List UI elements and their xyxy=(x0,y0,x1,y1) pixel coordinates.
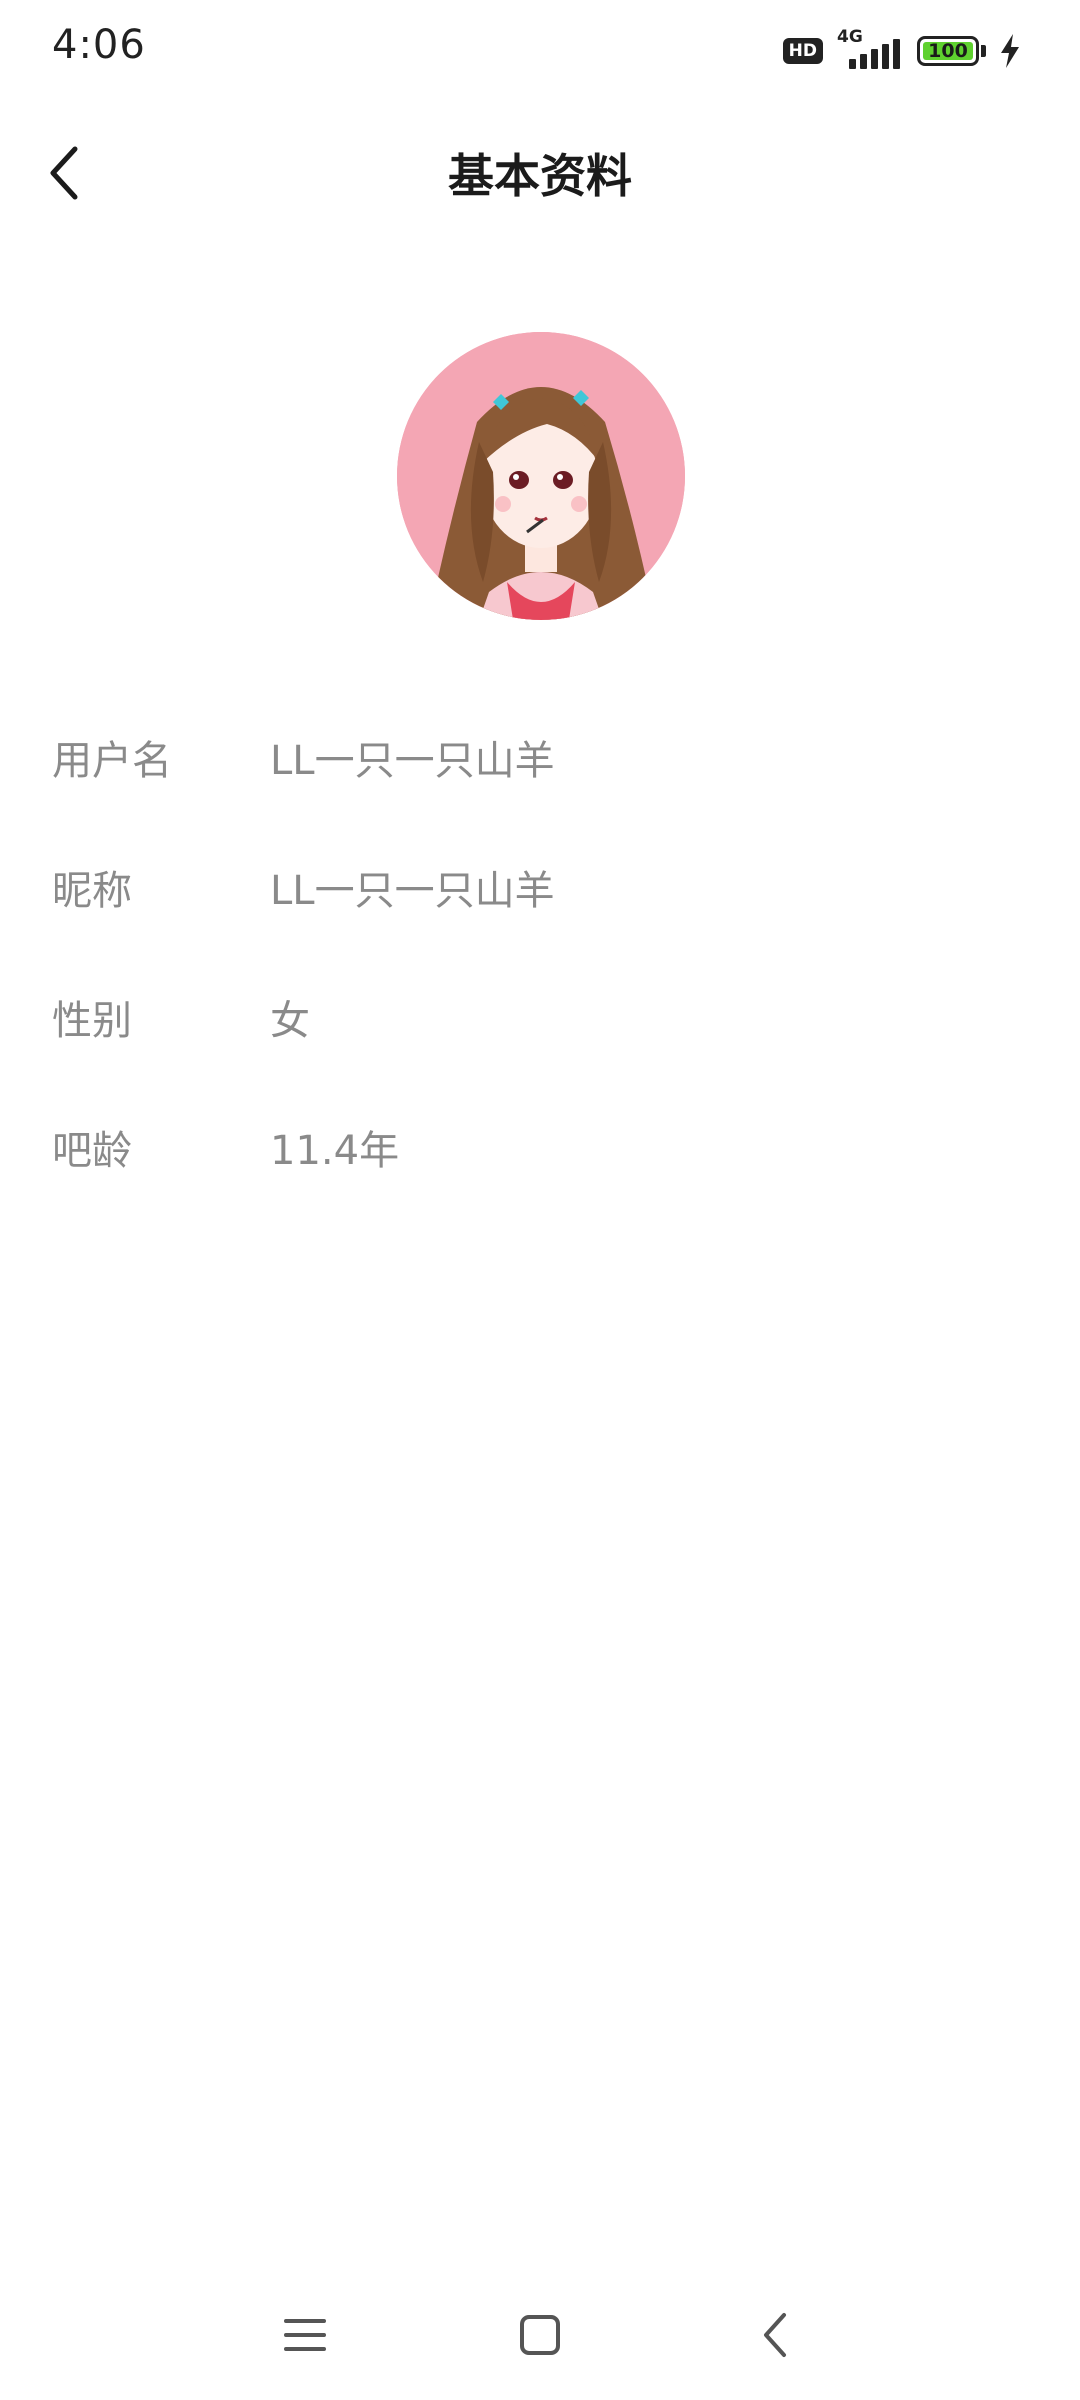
gender-value: 女 xyxy=(270,998,310,1044)
status-time: 4:06 xyxy=(52,22,146,68)
profile-row-account-age: 吧龄 11.4年 xyxy=(0,1080,1080,1210)
avatar[interactable] xyxy=(397,332,685,620)
account-age-label: 吧龄 xyxy=(52,1128,132,1174)
profile-row-gender: 性别 女 xyxy=(0,950,1080,1080)
home-button[interactable] xyxy=(505,2300,575,2370)
battery-icon: 100 xyxy=(917,36,979,66)
nickname-label: 昵称 xyxy=(52,868,132,914)
battery-level: 100 xyxy=(928,40,968,62)
menu-icon xyxy=(284,2319,326,2351)
back-triangle-icon xyxy=(764,2313,786,2357)
header: 基本资料 xyxy=(0,120,1080,230)
page-title: 基本资料 xyxy=(448,149,632,203)
username-value: LL一只一只山羊 xyxy=(270,738,555,784)
gender-label: 性别 xyxy=(52,998,132,1044)
cartoon-girl-avatar xyxy=(397,332,685,620)
profile-row-username: 用户名 LL一只一只山羊 xyxy=(0,690,1080,820)
nickname-value: LL一只一只山羊 xyxy=(270,868,555,914)
status-bar: 4:06 HD 4G 100 xyxy=(0,0,1080,100)
home-square-icon xyxy=(520,2315,560,2355)
username-label: 用户名 xyxy=(52,738,172,784)
account-age-value: 11.4年 xyxy=(270,1128,400,1174)
status-icons: HD 4G 100 xyxy=(782,27,1022,72)
profile-info-list: 用户名 LL一只一只山羊 昵称 LL一只一只山羊 性别 女 吧龄 11.4年 xyxy=(0,690,1080,1210)
menu-button[interactable] xyxy=(270,2300,340,2370)
profile-row-nickname: 昵称 LL一只一只山羊 xyxy=(0,820,1080,950)
system-nav-bar xyxy=(0,2280,1080,2390)
system-back-button[interactable] xyxy=(740,2300,810,2370)
hd-badge: HD xyxy=(782,38,823,64)
lightning-bolt-icon xyxy=(1001,34,1019,68)
signal-icon: 4G xyxy=(835,27,905,71)
